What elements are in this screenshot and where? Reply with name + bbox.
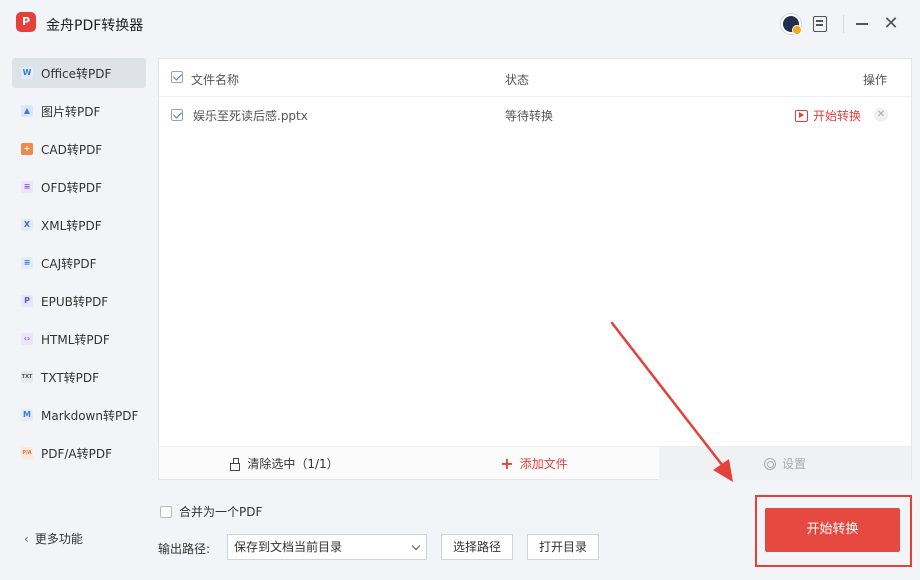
markdown-icon: M xyxy=(21,409,33,421)
merge-pdf-checkbox[interactable] xyxy=(160,505,172,518)
play-icon xyxy=(795,109,808,122)
row-start-convert-button[interactable]: 开始转换 xyxy=(795,107,861,124)
sidebar-item-label: TXT转PDF xyxy=(41,370,100,385)
sidebar-item-txt[interactable]: TXT TXT转PDF xyxy=(12,362,146,392)
caj-icon: ≡ xyxy=(21,257,33,269)
txt-icon: TXT xyxy=(21,371,33,383)
sidebar-item-caj[interactable]: ≡ CAJ转PDF xyxy=(12,248,146,278)
file-status: 等待转换 xyxy=(505,109,554,123)
cad-icon: + xyxy=(21,143,33,155)
sidebar-item-label: OFD转PDF xyxy=(41,180,102,195)
choose-path-button[interactable]: 选择路径 xyxy=(441,534,513,560)
row-start-convert-label: 开始转换 xyxy=(813,109,862,123)
app-title: 金舟PDF转换器 xyxy=(46,18,144,34)
more-features-label: 更多功能 xyxy=(34,532,83,546)
image-icon: ▲ xyxy=(21,105,33,117)
sidebar-item-label: HTML转PDF xyxy=(41,332,110,347)
word-icon: W xyxy=(21,67,33,79)
app-logo-icon: P xyxy=(16,12,36,32)
sidebar-item-label: Markdown转PDF xyxy=(41,408,139,423)
sidebar-item-label: XML转PDF xyxy=(41,218,102,233)
file-name: 娱乐至死读后感.pptx xyxy=(193,109,308,123)
sidebar-item-xml[interactable]: X XML转PDF xyxy=(12,210,146,240)
output-path-label: 输出路径: xyxy=(158,542,211,556)
epub-icon: P xyxy=(21,295,33,307)
sidebar-item-label: 图片转PDF xyxy=(41,104,101,119)
table-header: 文件名称 状态 操作 xyxy=(159,59,911,97)
output-path-value: 保存到文档当前目录 xyxy=(234,540,343,554)
feedback-icon[interactable] xyxy=(813,16,827,32)
sidebar-item-pdfa[interactable]: P/A PDF/A转PDF xyxy=(12,438,146,468)
open-directory-button[interactable]: 打开目录 xyxy=(527,534,599,560)
sidebar-item-image[interactable]: ▲ 图片转PDF xyxy=(12,96,146,126)
file-list-panel: 文件名称 状态 操作 娱乐至死读后感.pptx 等待转换 开始转换 ✕ 清除选中… xyxy=(158,58,912,480)
more-features-link[interactable]: ‹ 更多功能 xyxy=(24,530,83,547)
sidebar-item-label: EPUB转PDF xyxy=(41,294,109,309)
title-divider xyxy=(843,15,844,33)
settings-button[interactable]: 设置 xyxy=(659,447,911,480)
select-all-checkbox[interactable] xyxy=(171,71,183,83)
sidebar-item-cad[interactable]: + CAD转PDF xyxy=(12,134,146,164)
column-header-action: 操作 xyxy=(863,73,888,87)
table-row: 娱乐至死读后感.pptx 等待转换 开始转换 ✕ xyxy=(159,97,911,133)
sidebar-item-label: Office转PDF xyxy=(41,66,112,81)
sidebar-item-label: CAD转PDF xyxy=(41,142,103,157)
clear-selected-button[interactable]: 清除选中（1/1） xyxy=(159,447,409,480)
sidebar-item-epub[interactable]: P EPUB转PDF xyxy=(12,286,146,316)
gear-icon xyxy=(763,457,776,470)
ofd-icon: ≡ xyxy=(21,181,33,193)
output-path-select[interactable]: 保存到文档当前目录 xyxy=(227,534,427,560)
plus-icon: + xyxy=(500,453,514,473)
sidebar-item-markdown[interactable]: M Markdown转PDF xyxy=(12,400,146,430)
sidebar-item-label: CAJ转PDF xyxy=(41,256,97,271)
user-avatar-icon[interactable] xyxy=(781,14,802,35)
chevron-down-icon xyxy=(411,541,421,551)
sidebar: P/A PDF/A转PDF M Markdown转PDF TXT TXT转PDF ‹› HTM… xyxy=(0,48,158,580)
panel-toolbar: 清除选中（1/1） + 添加文件 设置 xyxy=(159,446,911,480)
chevron-left-icon: ‹ xyxy=(24,531,29,546)
add-file-label: 添加文件 xyxy=(519,457,568,471)
merge-pdf-label: 合并为一个PDF xyxy=(179,505,263,519)
broom-icon xyxy=(229,457,241,471)
remove-file-icon[interactable]: ✕ xyxy=(874,108,888,122)
sidebar-item-label: PDF/A转PDF xyxy=(41,446,113,461)
pdfa-icon: P/A xyxy=(21,447,33,459)
xml-icon: X xyxy=(21,219,33,231)
column-header-status: 状态 xyxy=(505,73,530,87)
close-icon[interactable]: ✕ xyxy=(881,14,901,34)
sidebar-item-ofd[interactable]: ≡ OFD转PDF xyxy=(12,172,146,202)
column-header-name: 文件名称 xyxy=(191,73,240,87)
start-convert-button[interactable]: 开始转换 xyxy=(765,508,900,552)
merge-pdf-option[interactable]: 合并为一个PDF xyxy=(160,503,262,520)
sidebar-item-html[interactable]: ‹› HTML转PDF xyxy=(12,324,146,354)
clear-selected-label: 清除选中（1/1） xyxy=(247,457,339,471)
add-file-button[interactable]: + 添加文件 xyxy=(409,447,659,480)
row-checkbox[interactable] xyxy=(171,109,183,121)
sidebar-item-word[interactable]: W Office转PDF xyxy=(12,58,146,88)
title-bar: P 金舟PDF转换器 ✕ xyxy=(0,0,920,48)
minimize-icon[interactable] xyxy=(853,14,873,34)
html-icon: ‹› xyxy=(21,333,33,345)
settings-label: 设置 xyxy=(781,457,806,471)
